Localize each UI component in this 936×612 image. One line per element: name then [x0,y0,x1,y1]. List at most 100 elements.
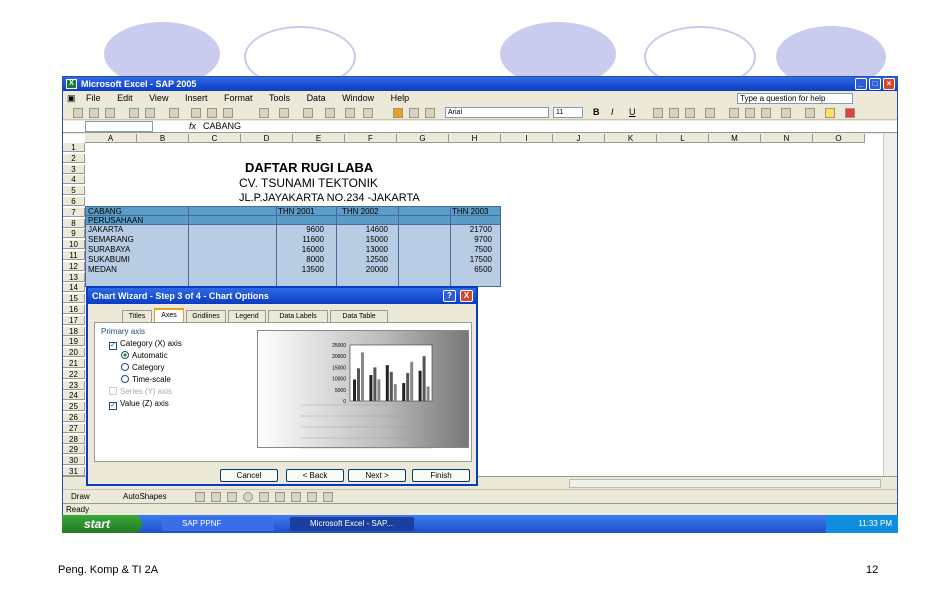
fill-color-icon[interactable] [825,108,835,118]
tab-legend[interactable]: Legend [228,310,266,322]
finish-button[interactable]: Finish [412,469,470,482]
radio-icon[interactable] [121,375,129,383]
minimize-icon[interactable]: _ [855,78,867,90]
branch-name[interactable]: SEMARANG [88,235,134,244]
column-header[interactable]: D [241,134,293,143]
horizontal-scrollbar[interactable] [569,479,881,488]
row-header[interactable]: 13 [63,272,85,282]
column-header[interactable]: O [813,134,865,143]
align-left-icon[interactable] [653,108,663,118]
value-cell[interactable]: 16000 [302,245,324,254]
row-header[interactable]: 25 [63,402,85,412]
merge-icon[interactable] [705,108,715,118]
row-header[interactable]: 15 [63,294,85,304]
tab-data-labels[interactable]: Data Labels [268,310,328,322]
row-header[interactable]: 30 [63,456,85,466]
menu-format[interactable]: Format [224,92,253,105]
menu-icon[interactable]: ▣ [67,92,76,105]
value-cell[interactable]: 13500 [302,265,324,274]
chart-wizard-icon[interactable] [393,108,403,118]
row-header[interactable]: 8 [63,218,85,228]
oval-icon[interactable] [243,492,253,502]
checkbox-checked-icon[interactable]: ✓ [109,402,117,410]
align-center-icon[interactable] [669,108,679,118]
save-icon[interactable] [105,108,115,118]
name-box[interactable] [85,121,153,132]
tab-data-table[interactable]: Data Table [330,310,388,322]
close-icon[interactable]: × [883,78,895,90]
column-header[interactable]: M [709,134,761,143]
column-header[interactable]: H [449,134,501,143]
next-button[interactable]: Next > [348,469,406,482]
column-header[interactable]: A [85,134,137,143]
value-cell[interactable]: 13000 [366,245,388,254]
value-cell[interactable]: 14600 [366,225,388,234]
header-year[interactable]: THN 2002 [342,207,378,216]
draw-menu[interactable]: Draw [71,490,90,504]
branch-name[interactable]: SURABAYA [88,245,130,254]
formula-input[interactable]: CABANG [203,121,241,132]
row-header[interactable]: 7 [63,207,85,217]
value-axis-option[interactable]: ✓ Value (Z) axis [109,399,169,410]
bold-button[interactable]: B [593,107,600,117]
borders-icon[interactable] [805,108,815,118]
company-name[interactable]: CV. TSUNAMI TEKTONIK [239,177,378,190]
spelling-icon[interactable] [169,108,179,118]
sheet-title[interactable]: DAFTAR RUGI LABA [245,161,373,175]
column-header[interactable]: F [345,134,397,143]
branch-name[interactable]: JAKARTA [88,225,123,234]
row-header[interactable]: 22 [63,369,85,379]
autosum-icon[interactable] [325,108,335,118]
row-header[interactable]: 18 [63,326,85,336]
help-icon[interactable] [425,108,435,118]
rectangle-icon[interactable] [227,492,237,502]
row-header[interactable]: 29 [63,445,85,455]
header-perusahaan[interactable]: PERUSAHAAN [88,216,143,225]
row-header[interactable]: 31 [63,467,85,476]
comma-icon[interactable] [761,108,771,118]
radio-icon[interactable] [121,363,129,371]
menu-data[interactable]: Data [307,92,326,105]
textbox-icon[interactable] [259,492,269,502]
taskbar-item-ppnf[interactable]: SAP PPNF [162,517,274,531]
column-header[interactable]: I [501,134,553,143]
hyperlink-icon[interactable] [303,108,313,118]
row-header[interactable]: 23 [63,380,85,390]
column-header[interactable]: C [189,134,241,143]
row-header[interactable]: 5 [63,186,85,196]
wordart-icon[interactable] [275,492,285,502]
header-cabang[interactable]: CABANG [88,207,122,216]
row-header[interactable]: 6 [63,197,85,206]
cut-icon[interactable] [191,108,201,118]
value-cell[interactable]: 15000 [366,235,388,244]
row-header[interactable]: 9 [63,229,85,239]
value-cell[interactable]: 6500 [474,265,492,274]
new-icon[interactable] [73,108,83,118]
arrow-icon[interactable] [211,492,221,502]
menu-file[interactable]: File [86,92,101,105]
row-header[interactable]: 11 [63,251,85,260]
row-header[interactable]: 21 [63,359,85,368]
row-header[interactable]: 26 [63,413,85,422]
percent-icon[interactable] [745,108,755,118]
value-cell[interactable]: 11600 [302,235,324,244]
radio-selected-icon[interactable] [121,351,129,359]
value-cell[interactable]: 9700 [474,235,492,244]
tab-axes[interactable]: Axes [154,308,184,322]
menu-view[interactable]: View [149,92,168,105]
branch-name[interactable]: SUKABUMI [88,255,130,264]
autoshapes-menu[interactable]: AutoShapes [123,490,167,504]
value-cell[interactable]: 21700 [470,225,492,234]
row-header[interactable]: 19 [63,337,85,347]
row-header[interactable]: 16 [63,305,85,314]
row-header[interactable]: 24 [63,391,85,401]
value-cell[interactable]: 20000 [366,265,388,274]
sort-asc-icon[interactable] [345,108,355,118]
row-header[interactable]: 1 [63,143,85,152]
value-cell[interactable]: 12500 [366,255,388,264]
row-header[interactable]: 2 [63,153,85,163]
tab-titles[interactable]: Titles [122,310,152,322]
radio-automatic[interactable]: Automatic [121,351,168,361]
row-header[interactable]: 12 [63,261,85,271]
column-header[interactable]: E [293,134,345,143]
